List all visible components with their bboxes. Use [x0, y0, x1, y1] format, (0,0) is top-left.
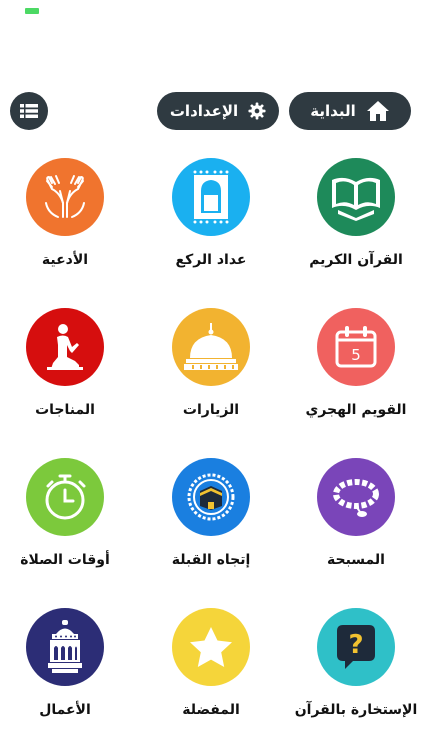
home-button[interactable]: البداية: [289, 92, 411, 130]
grid-item-aamal[interactable]: الأعمال: [0, 608, 135, 718]
grid-item-label: الأعمال: [39, 702, 91, 718]
grid-item-favorites[interactable]: المفضلة: [141, 608, 281, 718]
prayer-mat-icon: [193, 170, 229, 224]
grid-item-supplications[interactable]: الأدعية: [0, 158, 135, 268]
star-icon: [190, 627, 232, 667]
prayer-beads-icon: [333, 479, 379, 517]
lantern-icon: [48, 620, 82, 673]
gear-icon: [248, 102, 266, 120]
grid-item-label: القرآن الكريم: [309, 252, 403, 268]
settings-label: الإعدادات: [169, 102, 239, 120]
grid-item-rakah-counter[interactable]: عداد الركع: [141, 158, 281, 268]
battery-indicator: [25, 8, 39, 14]
grid-item-istikhara[interactable]: ? الإستخارة بالقرآن: [286, 608, 422, 718]
home-label: البداية: [310, 102, 356, 120]
grid-item-label: إتجاه القبلة: [171, 552, 251, 568]
grid-item-label: عداد الركع: [175, 252, 247, 268]
grid-item-label: المفضلة: [182, 702, 240, 718]
grid-item-prayer-times[interactable]: أوقات الصلاة: [0, 458, 135, 568]
dome-icon: [184, 323, 238, 370]
svg-text:?: ?: [348, 630, 363, 660]
praying-hands-icon: [45, 175, 85, 218]
grid-item-label: الأدعية: [41, 252, 89, 268]
list-icon: [20, 104, 38, 118]
menu-button[interactable]: [10, 92, 48, 130]
grid-item-qibla[interactable]: إتجاه القبلة: [141, 458, 281, 568]
home-icon: [366, 101, 389, 121]
kaaba-compass-icon: [187, 473, 235, 521]
grid-item-label: القويم الهجري: [305, 402, 407, 418]
grid-item-munajat[interactable]: المناجات: [0, 308, 135, 418]
calendar-icon: 5: [335, 326, 377, 368]
grid-item-label: الزيارات: [182, 402, 240, 418]
stopwatch-icon: [45, 474, 86, 520]
settings-button[interactable]: الإعدادات: [157, 92, 279, 130]
grid-item-hijri-calendar[interactable]: 5 القويم الهجري: [286, 308, 422, 418]
calendar-day: 5: [351, 346, 361, 364]
grid-item-label: الإستخارة بالقرآن: [294, 702, 418, 718]
grid-item-circle: [317, 158, 395, 236]
praying-man-icon: [47, 324, 83, 370]
grid-item-ziyarat[interactable]: الزيارات: [141, 308, 281, 418]
quran-icon: [332, 177, 380, 221]
grid-item-label: المناجات: [35, 402, 95, 418]
question-bubble-icon: ?: [337, 625, 375, 669]
grid-item-label: أوقات الصلاة: [20, 552, 110, 568]
grid-item-quran[interactable]: القرآن الكريم: [286, 158, 422, 268]
grid-item-tasbih[interactable]: المسبحة: [286, 458, 422, 568]
grid-item-label: المسبحة: [327, 552, 385, 568]
